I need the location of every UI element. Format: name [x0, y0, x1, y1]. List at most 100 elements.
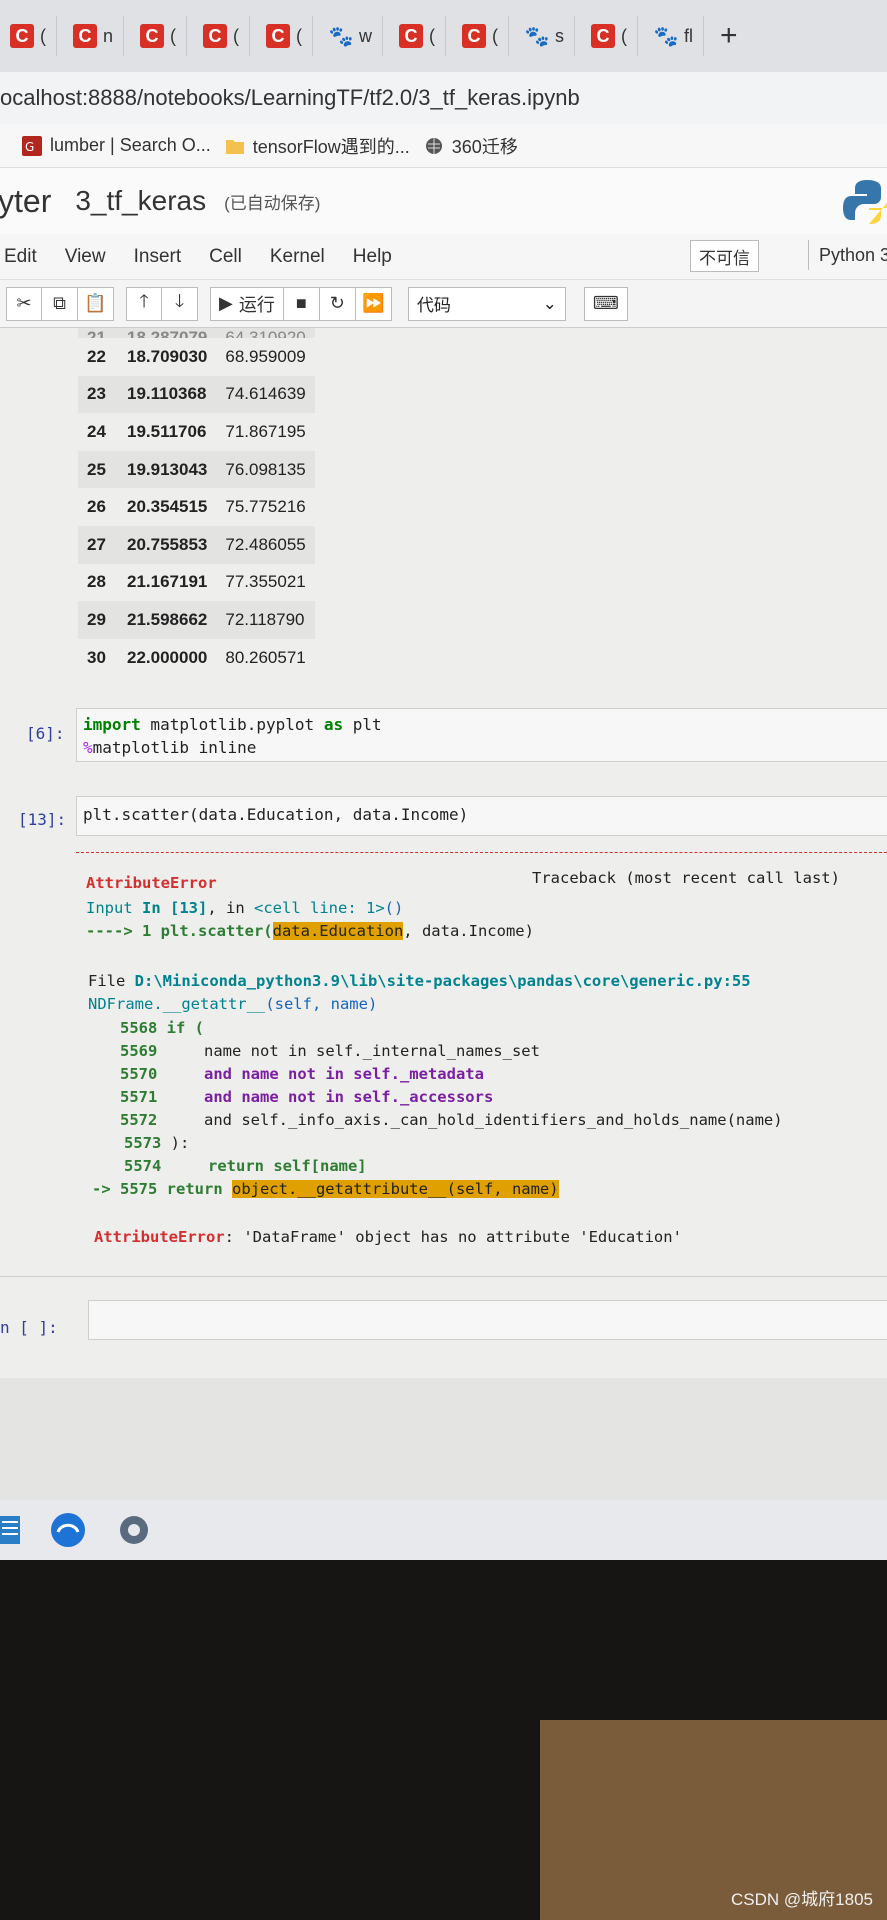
browser-tab[interactable]: C( — [0, 16, 57, 56]
settings-gear-icon[interactable] — [114, 1510, 154, 1550]
table-row: 23 19.110368 74.614639 — [78, 375, 315, 414]
menu-edit[interactable]: Edit — [2, 246, 61, 268]
traceback-label: Traceback (most recent call last) — [532, 869, 840, 887]
table-cell: 74.614639 — [225, 384, 306, 404]
menu-cell[interactable]: Cell — [207, 246, 266, 268]
browser-tab[interactable]: C( — [130, 16, 188, 56]
browser-tab[interactable]: Cn — [63, 16, 125, 56]
tab-label: ( — [296, 25, 303, 46]
traceback-line: AttributeError: 'DataFrame' object has n… — [94, 1228, 682, 1246]
move-down-button[interactable]: 🡓 — [162, 286, 198, 321]
table-cell: 77.355021 — [225, 572, 306, 592]
browser-tab[interactable]: 🐾 fl — [644, 16, 705, 56]
traceback-line: AttributeError — [86, 874, 217, 892]
table-row: 28 21.167191 77.355021 — [78, 564, 315, 602]
code-cell-scatter[interactable]: plt.scatter(data.Education, data.Income) — [76, 796, 887, 836]
notebook-footer-area — [0, 1378, 887, 1500]
table-cell: 72.118790 — [225, 609, 305, 629]
cell-prompt: [13]: — [18, 810, 67, 829]
run-label: 运行 — [238, 294, 275, 315]
csdn-favicon-icon: C — [73, 24, 97, 48]
table-row: 30 22.000000 80.260571 — [78, 639, 315, 677]
menu-insert[interactable]: Insert — [132, 246, 206, 268]
edge-browser-icon[interactable] — [48, 1510, 88, 1550]
browser-tab[interactable]: C( — [581, 16, 639, 56]
table-row: 24 19.511706 71.867195 — [78, 413, 315, 451]
traceback-line: 5570 and name not in self._metadata — [120, 1065, 484, 1083]
table-cell: 27 — [87, 534, 106, 554]
browser-tab[interactable]: 🐾 s — [515, 16, 576, 56]
browser-tab[interactable]: C( — [389, 16, 447, 56]
csdn-favicon-icon: C — [399, 24, 424, 48]
tab-label: s — [555, 25, 565, 46]
command-palette-button[interactable]: ⌨ — [583, 286, 628, 321]
notebook-name[interactable]: 3_tf_keras — [75, 185, 206, 217]
globe-icon — [425, 137, 442, 154]
menu-kernel[interactable]: Kernel — [268, 246, 349, 268]
url-text[interactable]: ocalhost:8888/notebooks/LearningTF/tf2.0… — [0, 85, 580, 111]
bookmark-360[interactable]: 360迁移 — [424, 133, 518, 159]
jupyter-toolbar: ✂ ⧉ 📋 🡑 🡓 ▶ 运行 ■ ↻ ⏩ 代码 ⌄ ⌨ — [0, 280, 887, 328]
restart-run-all-button[interactable]: ⏩ — [355, 286, 392, 321]
play-icon: ▶ — [219, 293, 233, 313]
table-cell: 76.098135 — [225, 459, 306, 479]
table-row: 21 18.287079 64.310920 — [78, 328, 315, 338]
tab-label: w — [359, 25, 373, 46]
tab-label: ( — [233, 25, 240, 46]
restart-button[interactable]: ↻ — [319, 286, 356, 321]
chevron-down-icon: ⌄ — [542, 293, 557, 313]
move-button-group: 🡑 🡓 — [126, 286, 198, 321]
baidu-paw-icon: 🐾 — [524, 25, 550, 48]
browser-tab[interactable]: 🐾 w — [319, 16, 384, 56]
table-cell: 19.511706 — [127, 421, 207, 441]
table-row: 29 21.598662 72.118790 — [78, 601, 315, 639]
table-cell: 80.260571 — [225, 647, 306, 667]
tab-label: n — [103, 25, 114, 46]
bookmark-tensorflow[interactable]: tensorFlow遇到的... — [225, 133, 410, 159]
csdn-favicon-icon: C — [266, 24, 291, 48]
empty-code-cell[interactable] — [88, 1300, 887, 1340]
browser-tab[interactable]: C( — [256, 16, 314, 56]
baidu-paw-icon: 🐾 — [653, 25, 679, 48]
paste-button[interactable]: 📋 — [78, 286, 114, 321]
bookmark-logo-icon: G — [22, 135, 42, 156]
browser-tab[interactable]: C( — [452, 16, 510, 56]
menu-help[interactable]: Help — [351, 246, 416, 268]
table-cell: 25 — [87, 459, 106, 479]
new-tab-button[interactable]: + — [720, 19, 738, 53]
table-cell: 29 — [87, 609, 106, 629]
table-cell: 22.000000 — [127, 647, 208, 667]
table-row: 27 20.755853 72.486055 — [78, 525, 315, 564]
traceback-line: 5571 and name not in self._accessors — [120, 1088, 494, 1106]
table-row: 26 20.354515 75.775216 — [78, 488, 315, 526]
copy-button[interactable]: ⧉ — [42, 286, 78, 321]
table-cell: 20.354515 — [127, 497, 208, 517]
python-logo-icon — [843, 180, 887, 224]
code-cell-import[interactable]: import matplotlib.pyplot as plt %matplot… — [76, 708, 887, 762]
table-row: 25 19.913043 76.098135 — [78, 450, 315, 489]
copy-icon: ⧉ — [53, 293, 66, 313]
trust-button[interactable]: 不可信 — [690, 240, 759, 272]
table-cell: 64.310920 — [225, 328, 306, 338]
watermark-text: CSDN @城府1805 — [731, 1890, 873, 1909]
traceback-line: 5574 return self[name] — [124, 1157, 367, 1175]
table-cell: 28 — [87, 572, 106, 592]
run-button[interactable]: ▶ 运行 — [210, 286, 284, 321]
table-cell: 18.709030 — [127, 346, 208, 366]
traceback-line: 5569 name not in self._internal_names_se… — [120, 1042, 540, 1060]
jupyter-logo[interactable]: yter — [0, 183, 51, 220]
cell-type-select[interactable]: 代码 ⌄ — [407, 286, 566, 321]
interrupt-button[interactable]: ■ — [283, 286, 320, 321]
move-up-button[interactable]: 🡑 — [126, 286, 162, 321]
tab-label: fl — [684, 25, 694, 46]
menu-view[interactable]: View — [63, 246, 130, 268]
bookmark-lumber[interactable]: G lumber | Search O... — [22, 135, 211, 156]
table-cell: 19.110368 — [127, 384, 207, 404]
address-bar[interactable]: ocalhost:8888/notebooks/LearningTF/tf2.0… — [0, 72, 887, 124]
menu-lines-icon[interactable] — [0, 1512, 22, 1548]
table-cell: 26 — [87, 497, 106, 517]
jupyter-header: yter 3_tf_keras (已自动保存) — [0, 168, 887, 234]
cut-button[interactable]: ✂ — [6, 286, 42, 321]
table-cell: 23 — [87, 384, 106, 404]
browser-tab[interactable]: C( — [193, 16, 251, 56]
